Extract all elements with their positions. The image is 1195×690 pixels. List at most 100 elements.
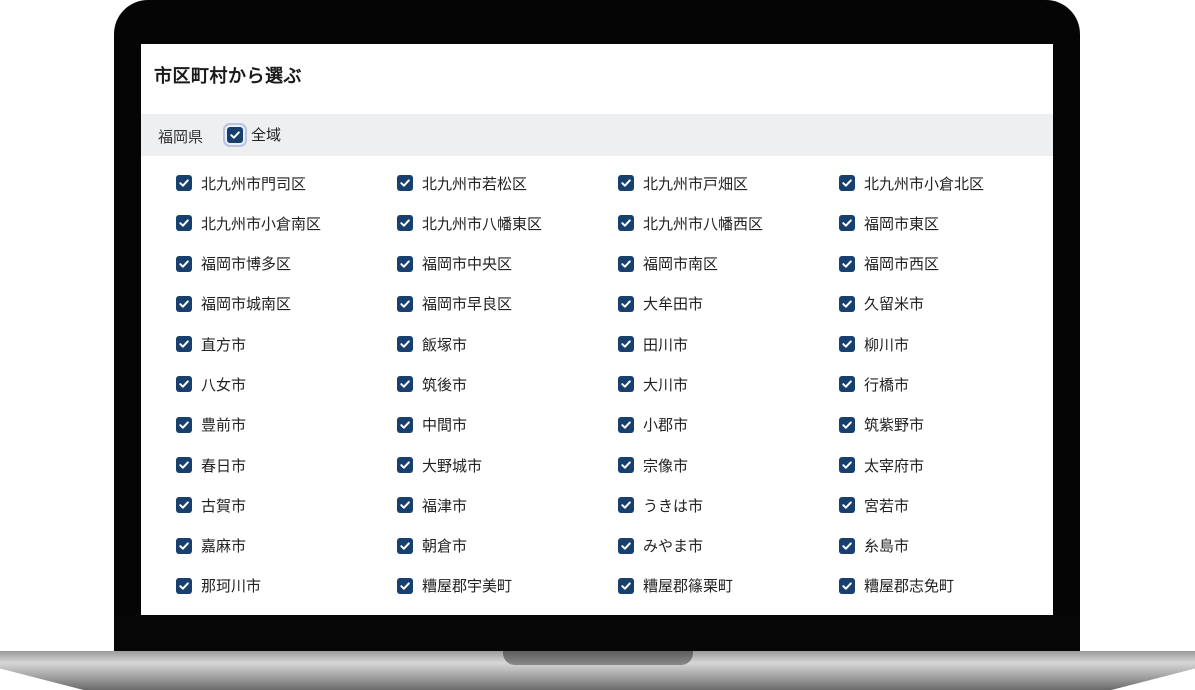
- city-label: 福岡市東区: [864, 214, 940, 233]
- check-icon[interactable]: [839, 497, 855, 514]
- city-checkbox-item[interactable]: 北九州市戸畑区: [618, 174, 839, 193]
- check-icon[interactable]: [176, 537, 192, 554]
- city-label: 福岡市城南区: [201, 295, 292, 314]
- city-label: 中間市: [422, 416, 468, 435]
- city-checkbox-item[interactable]: 行橋市: [839, 375, 1053, 394]
- check-icon[interactable]: [618, 457, 634, 474]
- check-icon[interactable]: [839, 175, 855, 191]
- city-checkbox-item[interactable]: 八女市: [176, 375, 397, 394]
- city-checkbox-item[interactable]: 北九州市若松区: [397, 174, 618, 193]
- city-checkbox-item[interactable]: 直方市: [176, 335, 397, 354]
- city-checkbox-item[interactable]: 宗像市: [618, 456, 839, 475]
- check-icon[interactable]: [618, 295, 634, 312]
- check-icon[interactable]: [618, 255, 634, 272]
- city-label: 糟屋郡宇美町: [422, 577, 513, 596]
- check-icon[interactable]: [839, 255, 855, 272]
- check-icon[interactable]: [618, 336, 634, 353]
- check-icon[interactable]: [618, 175, 634, 191]
- city-checkbox-item[interactable]: 福岡市早良区: [397, 295, 618, 313]
- city-checkbox-item[interactable]: 田川市: [618, 335, 839, 354]
- city-checkbox-item[interactable]: 春日市: [176, 456, 397, 475]
- city-label: 直方市: [201, 335, 247, 354]
- check-icon[interactable]: [227, 126, 243, 143]
- city-checkbox-item[interactable]: 太宰府市: [839, 456, 1053, 475]
- check-icon[interactable]: [839, 537, 855, 554]
- city-checkbox-item[interactable]: 糸島市: [839, 537, 1053, 555]
- check-icon[interactable]: [397, 175, 413, 191]
- city-checkbox-item[interactable]: 宮若市: [839, 496, 1053, 515]
- city-checkbox-item[interactable]: 豊前市: [176, 416, 397, 434]
- city-checkbox-item[interactable]: 飯塚市: [397, 335, 618, 354]
- check-icon[interactable]: [397, 457, 413, 474]
- city-label: 北九州市若松区: [422, 174, 528, 193]
- city-checkbox-item[interactable]: 小郡市: [618, 416, 839, 434]
- city-checkbox-item[interactable]: 北九州市八幡西区: [618, 214, 839, 233]
- check-icon[interactable]: [176, 577, 192, 594]
- city-checkbox-item[interactable]: 福岡市博多区: [176, 255, 397, 273]
- city-checkbox-item[interactable]: 福岡市城南区: [176, 295, 397, 313]
- check-icon[interactable]: [397, 577, 413, 594]
- city-label: 那珂川市: [201, 577, 262, 596]
- check-icon[interactable]: [839, 376, 855, 393]
- check-icon[interactable]: [397, 255, 413, 272]
- city-checkbox-item[interactable]: 嘉麻市: [176, 537, 397, 555]
- check-icon[interactable]: [839, 457, 855, 474]
- check-icon[interactable]: [397, 537, 413, 554]
- check-icon[interactable]: [176, 255, 192, 272]
- city-label: みやま市: [643, 537, 704, 556]
- city-checkbox-item[interactable]: 北九州市八幡東区: [397, 214, 618, 233]
- city-checkbox-item[interactable]: 筑紫野市: [839, 416, 1053, 434]
- city-checkbox-item[interactable]: みやま市: [618, 537, 839, 555]
- city-checkbox-item[interactable]: 福津市: [397, 496, 618, 515]
- check-icon[interactable]: [176, 336, 192, 353]
- city-checkbox-item[interactable]: 糟屋郡宇美町: [397, 577, 618, 595]
- city-checkbox-item[interactable]: 大野城市: [397, 456, 618, 475]
- city-checkbox-item[interactable]: 糟屋郡志免町: [839, 577, 1053, 595]
- city-checkbox-item[interactable]: 北九州市小倉南区: [176, 214, 397, 233]
- city-checkbox-item[interactable]: 那珂川市: [176, 577, 397, 595]
- city-checkbox-item[interactable]: 北九州市小倉北区: [839, 174, 1053, 193]
- check-icon[interactable]: [839, 215, 855, 232]
- city-checkbox-item[interactable]: うきは市: [618, 496, 839, 515]
- check-icon[interactable]: [176, 295, 192, 312]
- city-checkbox-item[interactable]: 中間市: [397, 416, 618, 434]
- check-icon[interactable]: [397, 336, 413, 353]
- select-all-checkbox[interactable]: 全域: [227, 124, 281, 145]
- city-label: 八女市: [201, 375, 247, 394]
- check-icon[interactable]: [618, 376, 634, 393]
- check-icon[interactable]: [839, 416, 855, 433]
- city-checkbox-item[interactable]: 筑後市: [397, 375, 618, 394]
- city-checkbox-item[interactable]: 朝倉市: [397, 537, 618, 555]
- city-checkbox-item[interactable]: 福岡市南区: [618, 255, 839, 273]
- check-icon[interactable]: [176, 215, 192, 232]
- city-checkbox-item[interactable]: 福岡市中央区: [397, 255, 618, 273]
- check-icon[interactable]: [839, 577, 855, 594]
- city-checkbox-item[interactable]: 久留米市: [839, 295, 1053, 313]
- check-icon[interactable]: [397, 416, 413, 433]
- check-icon[interactable]: [618, 497, 634, 514]
- check-icon[interactable]: [839, 295, 855, 312]
- check-icon[interactable]: [176, 497, 192, 514]
- check-icon[interactable]: [618, 577, 634, 594]
- check-icon[interactable]: [839, 336, 855, 353]
- city-checkbox-item[interactable]: 大牟田市: [618, 295, 839, 313]
- check-icon[interactable]: [618, 416, 634, 433]
- check-icon[interactable]: [618, 537, 634, 554]
- check-icon[interactable]: [176, 175, 192, 191]
- city-checkbox-item[interactable]: 福岡市西区: [839, 255, 1053, 273]
- city-checkbox-item[interactable]: 大川市: [618, 375, 839, 394]
- city-checkbox-item[interactable]: 古賀市: [176, 496, 397, 515]
- check-icon[interactable]: [176, 457, 192, 474]
- check-icon[interactable]: [397, 215, 413, 232]
- check-icon[interactable]: [397, 497, 413, 514]
- check-icon[interactable]: [618, 215, 634, 232]
- city-checkbox-item[interactable]: 福岡市東区: [839, 214, 1053, 233]
- city-checkbox-item[interactable]: 北九州市門司区: [176, 174, 397, 193]
- check-icon[interactable]: [397, 376, 413, 393]
- check-icon[interactable]: [176, 416, 192, 433]
- city-checkbox-item[interactable]: 柳川市: [839, 335, 1053, 354]
- city-checkbox-item[interactable]: 糟屋郡篠栗町: [618, 577, 839, 595]
- city-checkbox-grid: 北九州市門司区 北九州市若松区 北九州市戸畑区 北九州市小倉北区 北九州市小倉南区 北九州…: [176, 174, 1053, 615]
- check-icon[interactable]: [397, 295, 413, 312]
- check-icon[interactable]: [176, 376, 192, 393]
